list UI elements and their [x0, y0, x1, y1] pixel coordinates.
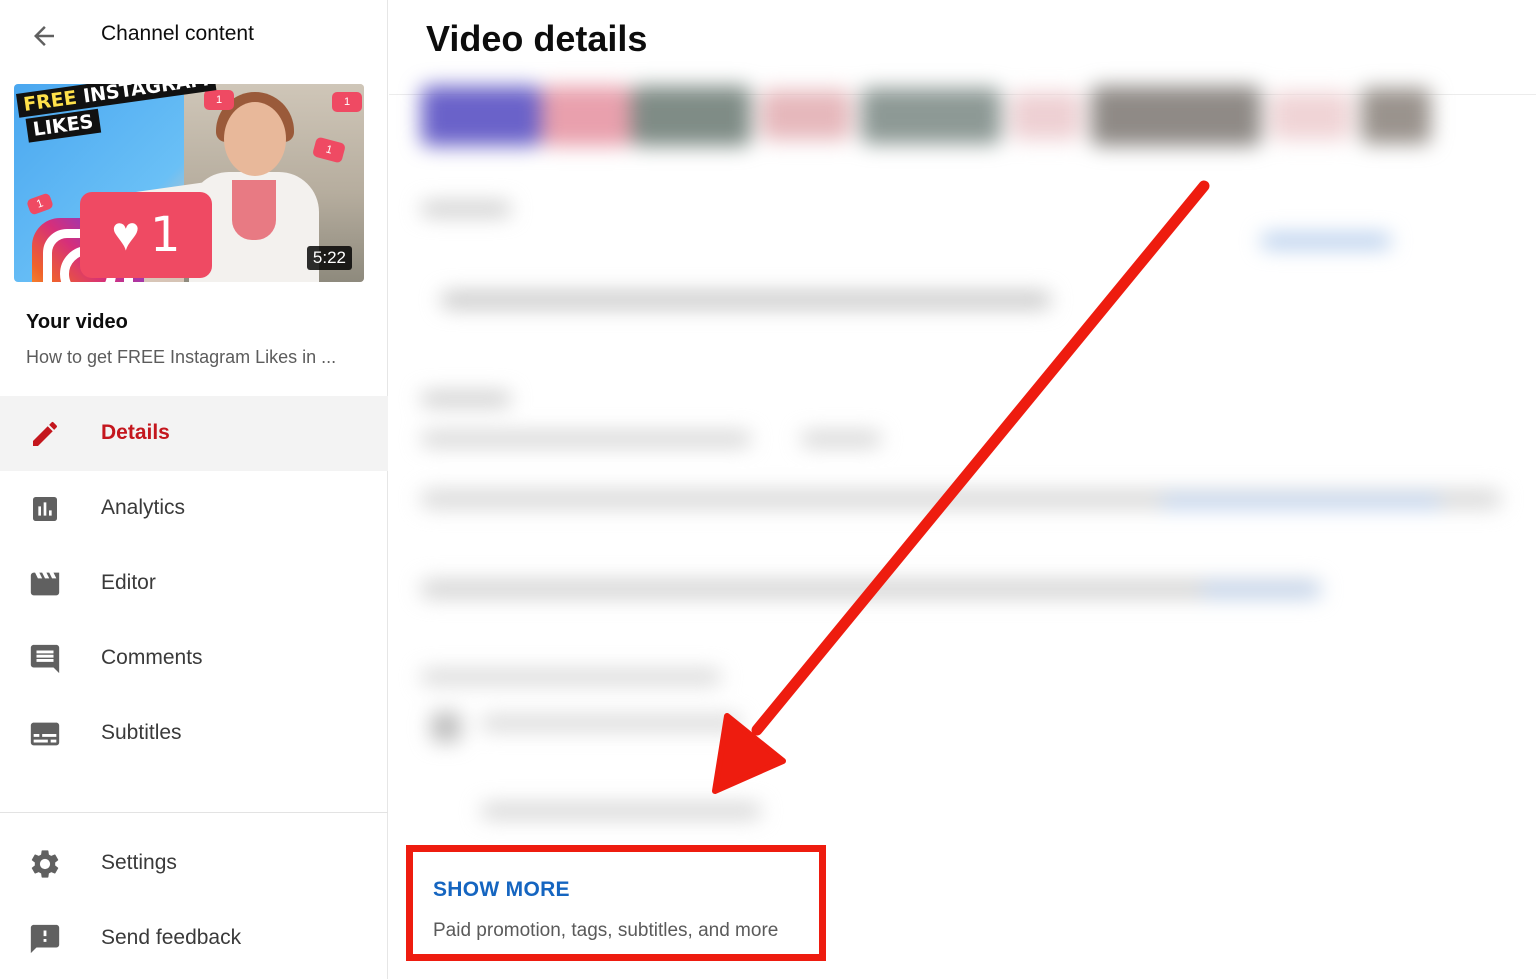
like-badge: ♥ 1	[80, 192, 212, 278]
heart-icon: ♥	[111, 208, 140, 261]
feedback-icon	[28, 922, 62, 956]
thumbnail-person-face	[224, 102, 286, 176]
show-more-button[interactable]: SHOW MORE	[433, 878, 570, 902]
sidebar-item-analytics[interactable]: Analytics	[0, 471, 388, 546]
sidebar-bottom-nav: Settings Send feedback	[0, 826, 388, 976]
sidebar-item-label: Subtitles	[101, 721, 182, 744]
thumbnail-person-shirt	[232, 180, 276, 240]
sidebar: Channel content ♥ 1 1 1 1 1 FREE INSTAGR…	[0, 0, 388, 979]
pencil-icon	[28, 417, 62, 451]
mini-like-badge: 1	[332, 92, 362, 112]
sidebar-item-settings[interactable]: Settings	[0, 826, 388, 901]
sidebar-item-editor[interactable]: Editor	[0, 546, 388, 621]
sidebar-item-subtitles[interactable]: Subtitles	[0, 696, 388, 771]
back-button[interactable]	[26, 18, 62, 54]
video-title[interactable]: How to get FREE Instagram Likes in ...	[26, 347, 366, 368]
gear-icon	[28, 847, 62, 881]
mini-like-badge: 1	[25, 192, 55, 216]
video-duration: 5:22	[306, 246, 352, 270]
blurred-content	[401, 66, 1531, 836]
sidebar-item-label: Details	[101, 421, 170, 444]
channel-content-title: Channel content	[101, 22, 254, 45]
clapperboard-icon	[28, 567, 62, 601]
like-count: 1	[149, 207, 181, 263]
video-thumbnail[interactable]: ♥ 1 1 1 1 1 FREE INSTAGRAM LIKES 5:22	[14, 84, 364, 282]
analytics-icon	[28, 492, 62, 526]
sidebar-divider	[0, 812, 388, 813]
sidebar-nav: Details Analytics Editor Comments Subtit…	[0, 396, 388, 771]
sidebar-header: Channel content	[0, 0, 388, 70]
main-content: Video details SHOW MORE Paid promotion, …	[389, 0, 1536, 979]
sidebar-item-label: Editor	[101, 571, 156, 594]
sidebar-item-label: Comments	[101, 646, 203, 669]
arrow-left-icon	[34, 26, 54, 46]
subtitles-icon	[28, 717, 62, 751]
comment-icon	[28, 642, 62, 676]
sidebar-item-details[interactable]: Details	[0, 396, 388, 471]
sidebar-item-label: Analytics	[101, 496, 186, 519]
show-more-description: Paid promotion, tags, subtitles, and mor…	[433, 920, 779, 941]
sidebar-item-label: Settings	[101, 851, 177, 874]
sidebar-item-send-feedback[interactable]: Send feedback	[0, 901, 388, 976]
page-title: Video details	[426, 18, 648, 59]
sidebar-item-comments[interactable]: Comments	[0, 621, 388, 696]
sidebar-item-label: Send feedback	[101, 926, 242, 949]
show-more-highlight-box: SHOW MORE Paid promotion, tags, subtitle…	[406, 845, 826, 961]
your-video-label: Your video	[26, 311, 128, 333]
